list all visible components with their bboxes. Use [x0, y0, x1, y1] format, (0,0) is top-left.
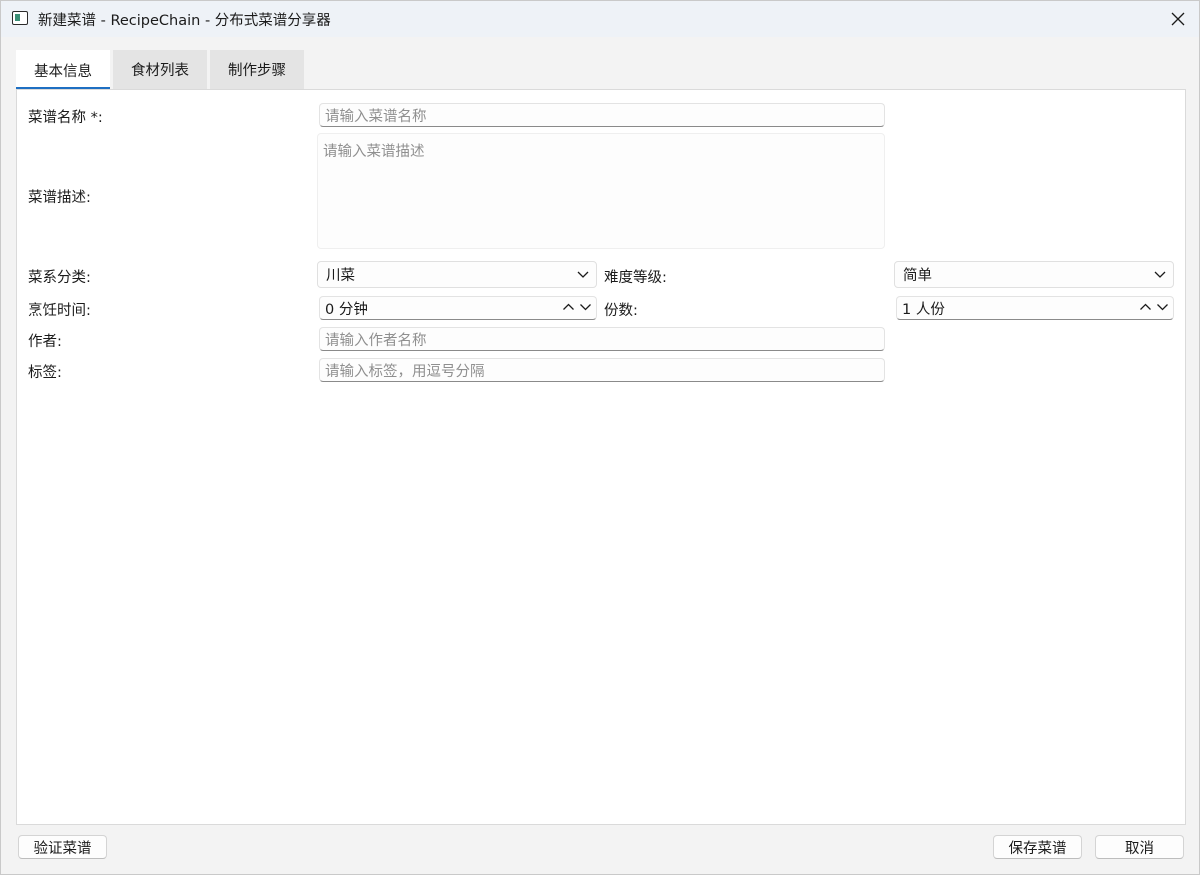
close-button[interactable]	[1157, 1, 1199, 37]
author-placeholder: 请输入作者名称	[325, 332, 427, 349]
cancel-button[interactable]: 取消	[1095, 835, 1184, 859]
recipe-name-placeholder: 请输入菜谱名称	[325, 108, 427, 125]
recipe-name-input[interactable]: 请输入菜谱名称	[319, 103, 885, 127]
author-input[interactable]: 请输入作者名称	[319, 327, 885, 351]
chevron-down-icon	[1154, 271, 1166, 278]
save-recipe-button[interactable]: 保存菜谱	[993, 835, 1082, 859]
servings-spinbox[interactable]: 1 人份	[896, 296, 1174, 320]
basic-info-panel: 菜谱名称 *: 请输入菜谱名称 菜谱描述: 请输入菜谱描述 菜系分类: 川菜 难…	[16, 89, 1186, 825]
author-label: 作者:	[28, 334, 62, 350]
save-recipe-button-label: 保存菜谱	[1008, 840, 1067, 857]
cancel-button-label: 取消	[1125, 840, 1154, 857]
difficulty-value: 简单	[903, 268, 932, 284]
chevron-up-icon[interactable]	[562, 301, 575, 313]
window-title: 新建菜谱 - RecipeChain - 分布式菜谱分享器	[38, 13, 331, 29]
tab-basic-info-label: 基本信息	[34, 63, 92, 80]
close-icon	[1171, 12, 1185, 26]
recipe-description-label: 菜谱描述:	[28, 190, 91, 206]
tab-steps[interactable]: 制作步骤	[210, 50, 304, 90]
app-window-icon	[12, 11, 28, 25]
tab-ingredients[interactable]: 食材列表	[113, 50, 207, 90]
validate-recipe-button-label: 验证菜谱	[33, 840, 92, 857]
recipe-name-label: 菜谱名称 *:	[28, 110, 103, 126]
cook-time-value: 0 分钟	[325, 301, 368, 318]
recipe-description-placeholder: 请输入菜谱描述	[323, 144, 425, 160]
validate-recipe-button[interactable]: 验证菜谱	[18, 835, 107, 859]
tags-placeholder: 请输入标签，用逗号分隔	[325, 363, 485, 380]
cuisine-label: 菜系分类:	[28, 270, 91, 286]
dialog-window: 新建菜谱 - RecipeChain - 分布式菜谱分享器 基本信息 食材列表 …	[0, 0, 1200, 875]
chevron-down-icon	[577, 271, 589, 278]
cook-time-label: 烹饪时间:	[28, 303, 91, 319]
cuisine-value: 川菜	[326, 268, 355, 284]
servings-value: 1 人份	[902, 301, 945, 318]
chevron-up-icon[interactable]	[1139, 301, 1152, 313]
tab-bar: 基本信息 食材列表 制作步骤	[16, 50, 307, 90]
tab-ingredients-label: 食材列表	[131, 63, 189, 79]
recipe-description-textarea[interactable]: 请输入菜谱描述	[317, 133, 885, 249]
chevron-down-icon[interactable]	[579, 301, 592, 313]
tab-steps-label: 制作步骤	[228, 63, 286, 79]
tab-basic-info[interactable]: 基本信息	[16, 50, 110, 90]
servings-label: 份数:	[604, 303, 638, 319]
chevron-down-icon[interactable]	[1156, 301, 1169, 313]
tags-label: 标签:	[28, 365, 62, 381]
difficulty-select[interactable]: 简单	[894, 261, 1174, 288]
tags-input[interactable]: 请输入标签，用逗号分隔	[319, 358, 885, 382]
cuisine-select[interactable]: 川菜	[317, 261, 597, 288]
difficulty-label: 难度等级:	[604, 270, 667, 286]
title-bar: 新建菜谱 - RecipeChain - 分布式菜谱分享器	[1, 1, 1199, 37]
cook-time-spinbox[interactable]: 0 分钟	[319, 296, 597, 320]
